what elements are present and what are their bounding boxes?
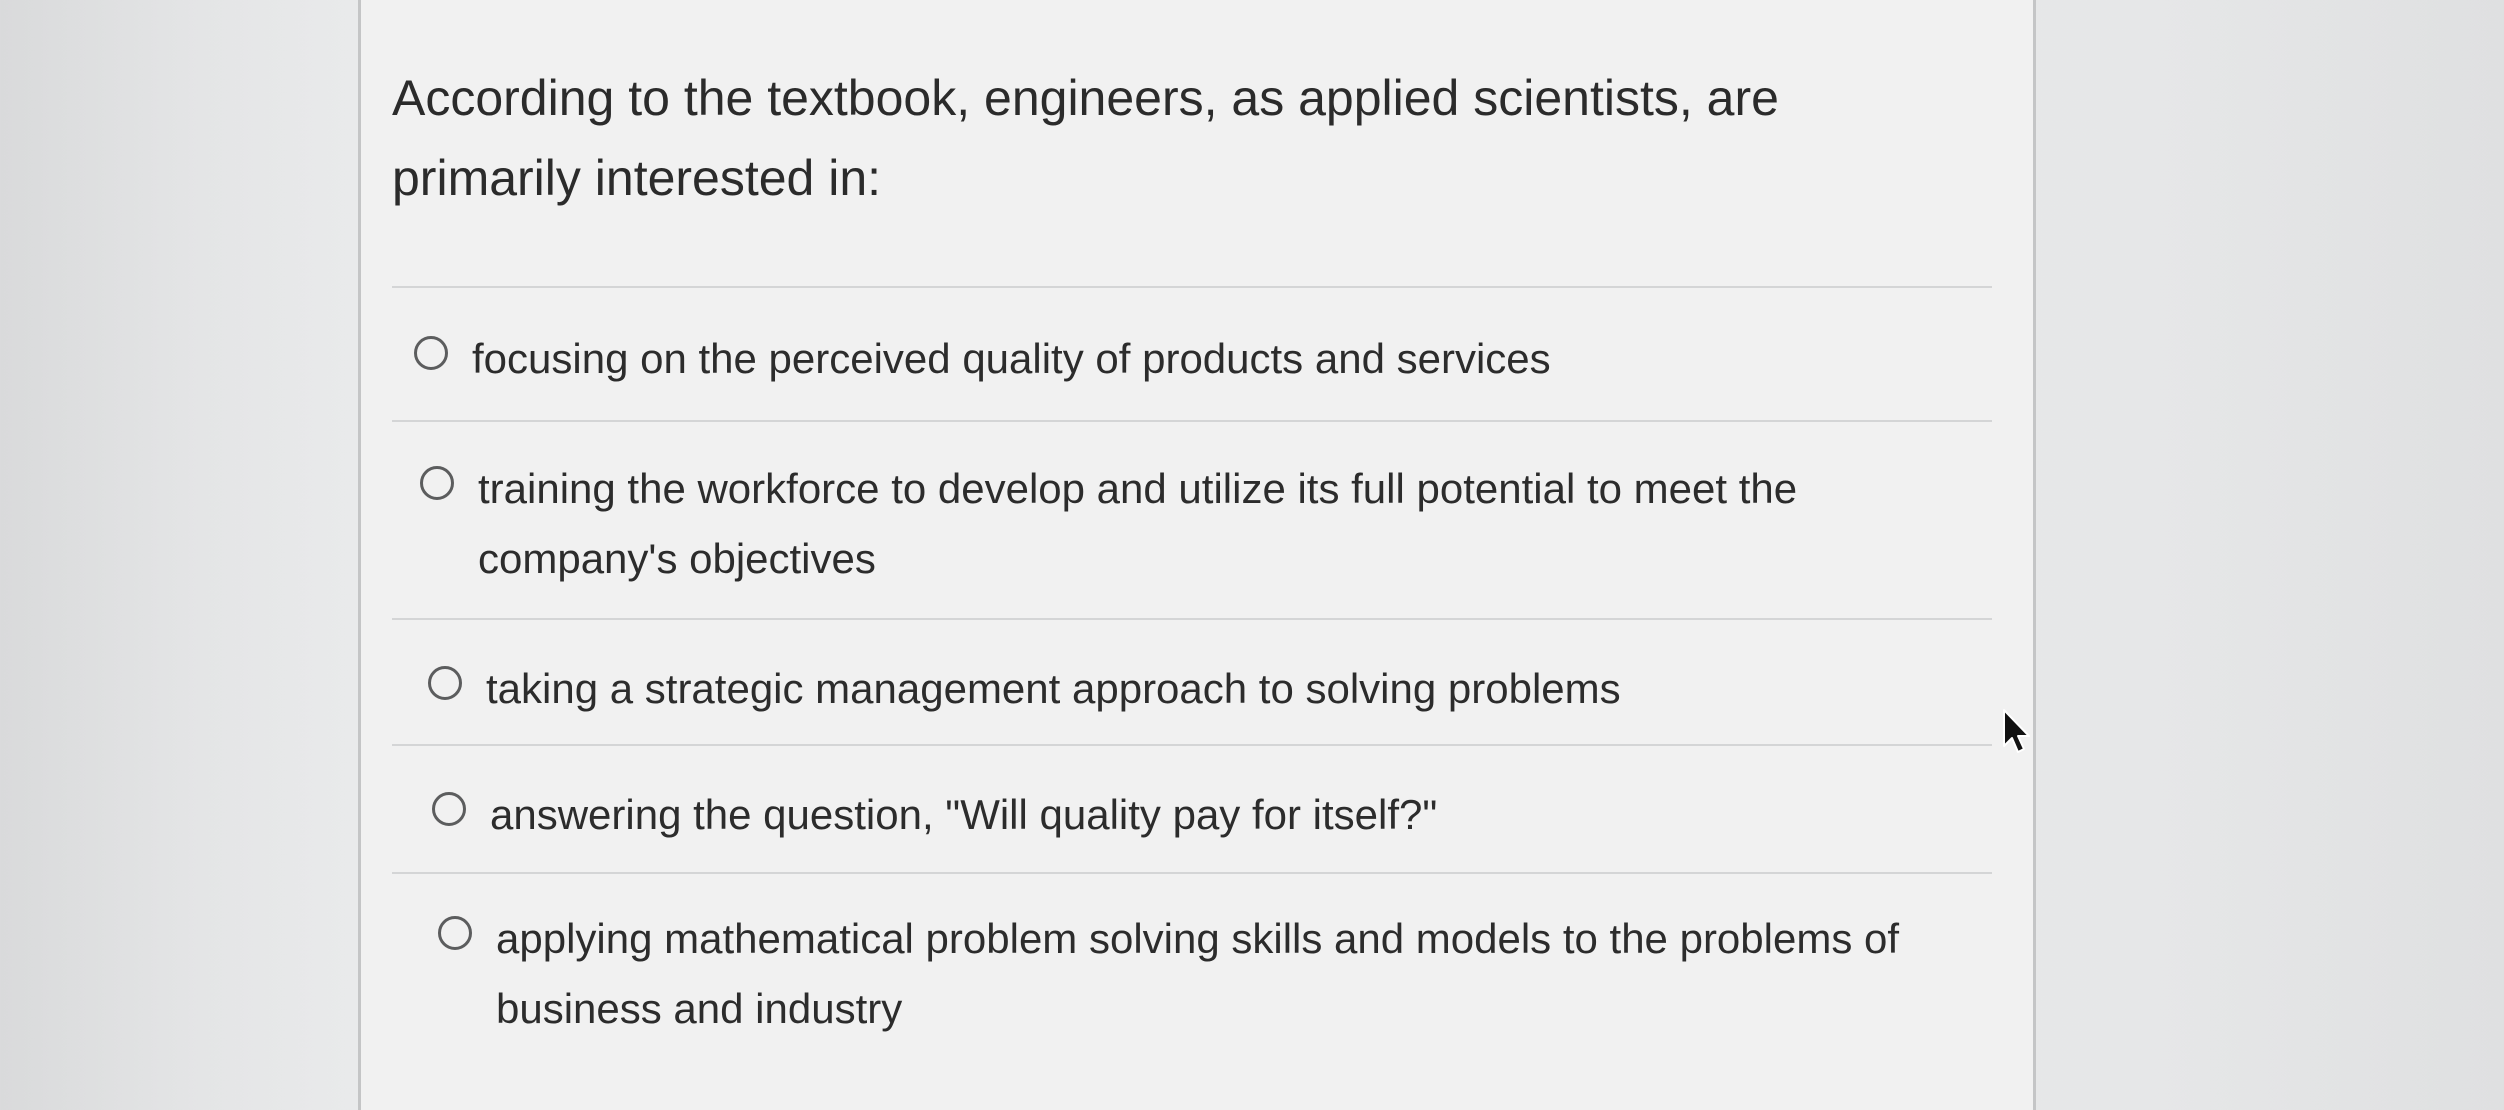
option-divider	[392, 872, 1992, 874]
option-divider	[392, 420, 1992, 422]
answer-option-label: taking a strategic management approach t…	[486, 665, 1621, 712]
option-divider	[392, 618, 1992, 620]
answer-option-label: training the workforce to develop and ut…	[478, 465, 1798, 582]
mouse-pointer-icon	[2003, 709, 2030, 753]
radio-button-icon[interactable]	[420, 466, 454, 500]
radio-button-icon[interactable]	[414, 336, 448, 370]
radio-button-icon[interactable]	[438, 916, 472, 950]
answer-option-2[interactable]: training the workforce to develop and ut…	[420, 454, 1958, 594]
answer-option-label: applying mathematical problem solving sk…	[496, 915, 1900, 1032]
answer-option-3[interactable]: taking a strategic management approach t…	[428, 654, 1986, 724]
radio-button-icon[interactable]	[428, 666, 462, 700]
answer-option-5[interactable]: applying mathematical problem solving sk…	[438, 904, 1976, 1044]
answer-option-4[interactable]: answering the question, "Will quality pa…	[432, 780, 1990, 850]
radio-button-icon[interactable]	[432, 792, 466, 826]
answer-option-label: focusing on the perceived quality of pro…	[472, 335, 1551, 382]
answer-option-1[interactable]: focusing on the perceived quality of pro…	[414, 324, 1972, 394]
option-divider	[392, 744, 1992, 746]
answer-option-label: answering the question, "Will quality pa…	[490, 791, 1438, 838]
question-text: According to the textbook, engineers, as…	[392, 70, 1779, 206]
question-divider	[392, 286, 1992, 288]
